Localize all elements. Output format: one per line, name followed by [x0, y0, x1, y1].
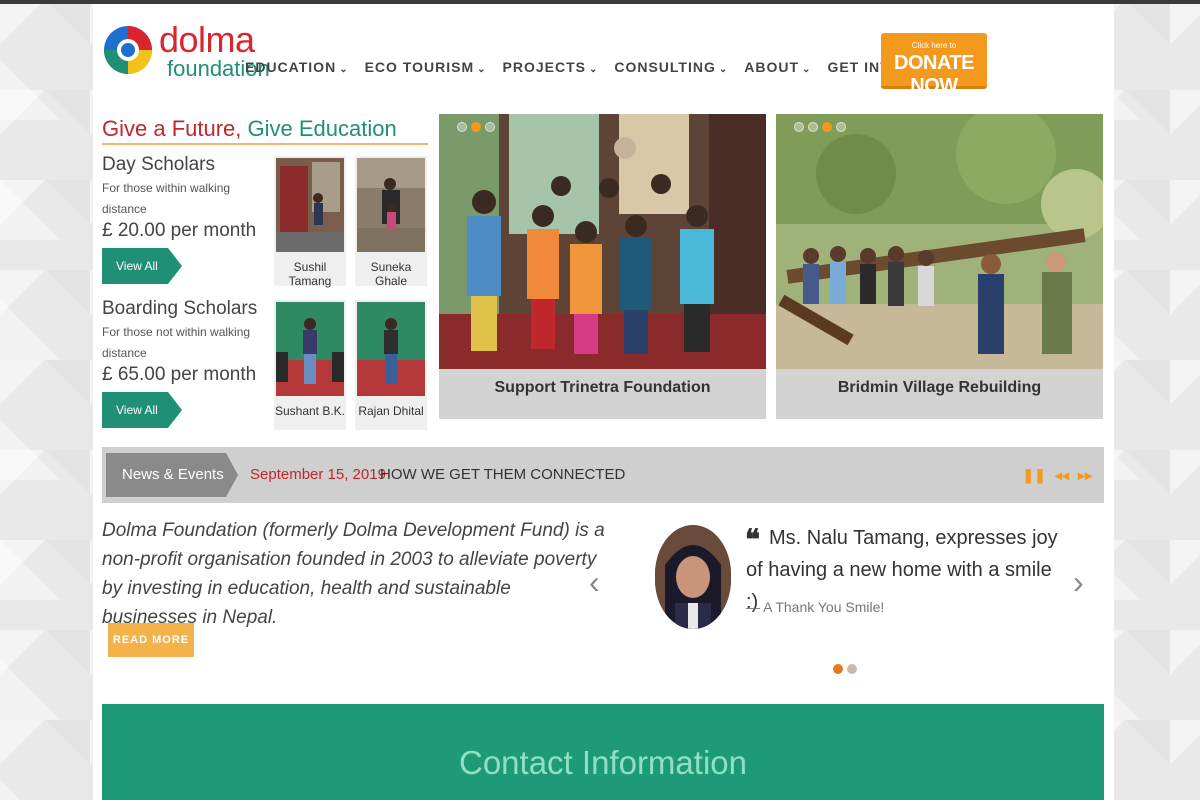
nav-label: PROJECTS — [502, 59, 586, 75]
chevron-right-icon[interactable]: › — [1073, 564, 1084, 601]
pause-icon[interactable]: ❚❚ — [1022, 467, 1045, 484]
read-more-button[interactable]: READ MORE — [108, 623, 194, 657]
donate-big-text: DONATE NOW — [894, 52, 974, 97]
slide-pagination — [457, 122, 495, 132]
tagline-part1: Give a Future — [102, 116, 236, 141]
nav-label: ECO TOURISM — [364, 59, 475, 75]
boarding-scholars-price: £ 65.00 per month — [102, 364, 257, 385]
scholar-photo — [357, 158, 425, 252]
slide-dot[interactable] — [836, 122, 846, 132]
tagline-part2: Give Education — [247, 116, 397, 141]
scholar-card[interactable]: Sushant B.K. — [274, 300, 346, 430]
nav-label: ABOUT — [744, 59, 800, 75]
day-scholars-view-all-button[interactable]: View All — [102, 248, 182, 284]
slide-dot-active[interactable] — [822, 122, 832, 132]
scholar-photo — [276, 158, 344, 252]
nav-item-eco-tourism[interactable]: ECO TOURISM ⌄ — [365, 59, 487, 75]
slide-dot[interactable] — [485, 122, 495, 132]
slide-dot[interactable] — [808, 122, 818, 132]
slide-dot[interactable] — [794, 122, 804, 132]
slide-caption: Support Trinetra Foundation — [494, 379, 711, 396]
day-scholars-block: Day Scholars For those within walking di… — [102, 154, 272, 284]
scholar-photo — [357, 302, 425, 396]
nav-label: CONSULTING — [614, 59, 716, 75]
testimonial-pagination — [833, 664, 857, 674]
tagline-separator: , — [235, 116, 248, 141]
rewind-icon[interactable]: ◂◂ — [1055, 467, 1069, 484]
slide-dot[interactable] — [457, 122, 467, 132]
donate-small-text: Click here to — [911, 41, 957, 50]
chevron-down-icon: ⌄ — [339, 64, 349, 75]
testimonial-dot-active[interactable] — [833, 664, 843, 674]
scholar-card[interactable]: Rajan Dhital — [355, 300, 427, 430]
day-scholars-title: Day Scholars — [102, 154, 215, 175]
project-slide-trinetra[interactable]: Support Trinetra Foundation — [439, 114, 766, 419]
chevron-down-icon: ⌄ — [718, 64, 729, 75]
nav-item-projects[interactable]: PROJECTS ⌄ — [503, 59, 599, 75]
nav-item-consulting[interactable]: CONSULTING ⌄ — [614, 59, 728, 75]
slide-caption: Bridmin Village Rebuilding — [837, 379, 1042, 396]
main-nav: EDUCATION ⌄ ECO TOURISM ⌄ PROJECTS ⌄ CONSUL… — [245, 59, 971, 75]
tagline: Give a Future, Give Education — [102, 116, 397, 142]
nav-item-education[interactable]: EDUCATION ⌄ — [245, 59, 349, 75]
boarding-scholars-view-all-button[interactable]: View All — [102, 392, 182, 428]
boarding-scholars-title: Boarding Scholars — [102, 298, 258, 319]
nav-label: EDUCATION — [245, 59, 337, 75]
logo-swirl-icon — [104, 26, 152, 74]
avatar — [655, 525, 731, 629]
contact-title: Contact Information — [459, 744, 747, 781]
chevron-down-icon: ⌄ — [802, 64, 812, 75]
chevron-down-icon: ⌄ — [588, 64, 599, 75]
slide-pagination — [794, 122, 846, 132]
scholar-card[interactable]: Sushil Tamang — [274, 156, 346, 288]
news-ticker: News & Events September 15, 2019 HOW WE … — [102, 447, 1104, 503]
scholar-name: Sushil Tamang — [288, 260, 332, 288]
logo-text-dolma: dolma — [159, 19, 255, 60]
donate-button[interactable]: Click here to DONATE NOW — [881, 33, 987, 97]
quote-icon: ❝ — [745, 523, 761, 556]
news-date: September 15, 2019 — [250, 466, 386, 483]
slide-dot-active[interactable] — [471, 122, 481, 132]
day-scholars-desc: For those within walking distance — [102, 181, 231, 216]
news-headline-link[interactable]: HOW WE GET THEM CONNECTED — [380, 466, 625, 483]
news-label: News & Events — [106, 453, 238, 497]
slide-photo-children — [439, 114, 766, 369]
nav-item-about[interactable]: ABOUT ⌄ — [744, 59, 811, 75]
scholar-name: Suneka Ghale — [370, 260, 412, 288]
testimonial-dot[interactable] — [847, 664, 857, 674]
news-controls: ❚❚ ◂◂ ▸▸ — [1022, 467, 1092, 484]
contact-section: Contact Information — [102, 704, 1104, 800]
boarding-scholars-block: Boarding Scholars For those not within w… — [102, 298, 272, 428]
scholar-name: Sushant B.K. — [274, 404, 346, 418]
slide-photo-volunteers — [776, 114, 1103, 369]
about-text: Dolma Foundation (formerly Dolma Develop… — [102, 520, 605, 628]
tagline-divider — [102, 143, 428, 145]
day-scholars-price: £ 20.00 per month — [102, 220, 257, 241]
scholar-photo — [276, 302, 344, 396]
project-slide-bridmin[interactable]: Bridmin Village Rebuilding — [776, 114, 1103, 419]
page-container: dolma foundation EDUCATION ⌄ ECO TOURISM ⌄… — [93, 4, 1114, 800]
scholar-card[interactable]: Suneka Ghale — [355, 156, 427, 288]
forward-icon[interactable]: ▸▸ — [1078, 467, 1092, 484]
testimonial-author: — A Thank You Smile! — [746, 599, 885, 615]
scholar-name: Rajan Dhital — [358, 404, 424, 418]
chevron-left-icon[interactable]: ‹ — [589, 564, 600, 601]
logo[interactable]: dolma foundation — [103, 14, 270, 80]
chevron-down-icon: ⌄ — [477, 64, 487, 75]
boarding-scholars-desc: For those not within walking distance — [102, 325, 251, 360]
